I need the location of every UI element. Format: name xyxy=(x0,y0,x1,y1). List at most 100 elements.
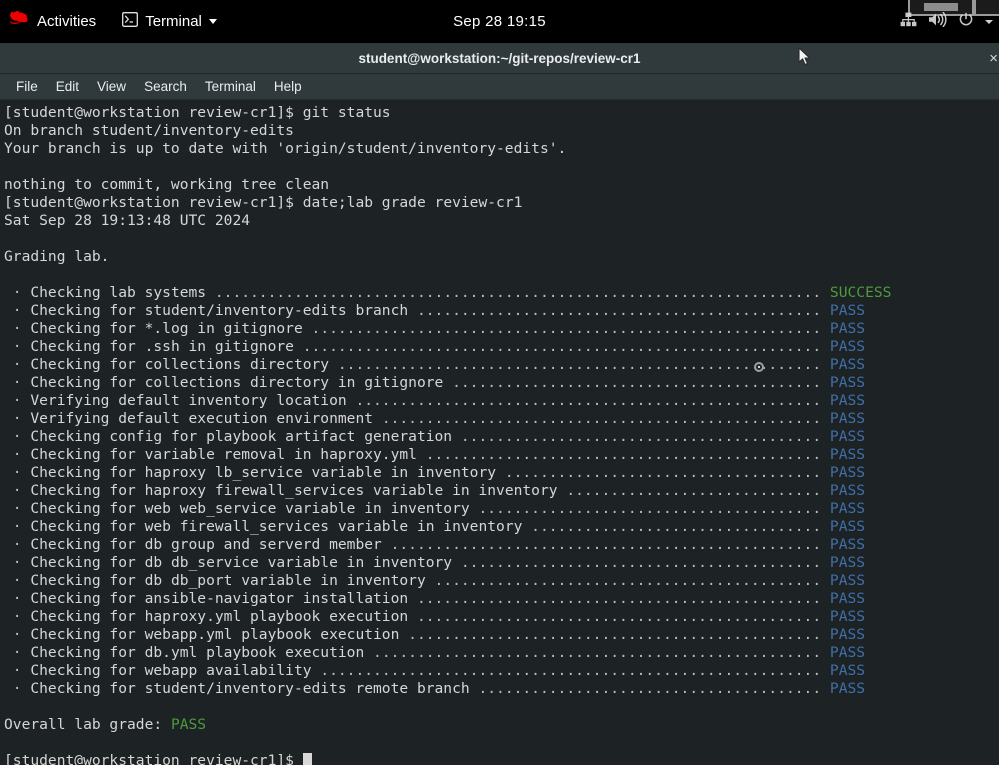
top-bar-status-group[interactable] xyxy=(900,0,993,43)
check-row: · Checking for db group and serverd memb… xyxy=(4,536,999,554)
check-label: Checking for variable removal in haproxy… xyxy=(30,446,425,463)
chevron-down-icon xyxy=(209,19,217,24)
text-cursor xyxy=(303,753,312,765)
check-status: PASS xyxy=(830,662,865,679)
check-row: · Checking for web firewall_services var… xyxy=(4,518,999,536)
check-status: PASS xyxy=(830,446,865,463)
check-status: PASS xyxy=(830,428,865,445)
terminal-output: [student@workstation review-cr1]$ git st… xyxy=(4,104,999,765)
check-row: · Verifying default execution environmen… xyxy=(4,410,999,428)
check-status: PASS xyxy=(830,554,865,571)
app-menu-label: Terminal xyxy=(145,13,202,30)
check-label: Checking for db.yml playbook execution xyxy=(30,644,373,661)
check-row: · Checking for webapp.yml playbook execu… xyxy=(4,626,999,644)
check-status: PASS xyxy=(830,464,865,481)
check-status: PASS xyxy=(830,644,865,661)
activities-button[interactable]: Activities xyxy=(37,13,96,30)
check-row: · Checking for web web_service variable … xyxy=(4,500,999,518)
menu-item-file[interactable]: File xyxy=(7,77,47,96)
check-status: PASS xyxy=(830,536,865,553)
command-text: date;lab grade review-cr1 xyxy=(303,194,523,211)
check-label: Checking lab systems xyxy=(30,284,215,301)
check-label: Verifying default execution environment xyxy=(30,410,381,427)
check-row: · Checking for variable removal in hapro… xyxy=(4,446,999,464)
check-label: Checking for haproxy.yml playbook execut… xyxy=(30,608,417,625)
check-label: Verifying default inventory location xyxy=(30,392,355,409)
check-label: Checking for web web_service variable in… xyxy=(30,500,478,517)
check-status: PASS xyxy=(830,374,865,391)
terminal-icon xyxy=(122,12,138,31)
check-row: · Checking for db.yml playbook execution… xyxy=(4,644,999,662)
check-status: SUCCESS xyxy=(830,284,892,301)
check-label: Checking for web firewall_services varia… xyxy=(30,518,531,535)
prompt-line: [student@workstation review-cr1]$ git st… xyxy=(4,104,999,122)
check-label: Checking for *.log in gitignore xyxy=(30,320,311,337)
blank-line xyxy=(4,698,999,716)
check-label: Checking for webapp.yml playbook executi… xyxy=(30,626,408,643)
menu-item-search[interactable]: Search xyxy=(135,77,196,96)
check-row: · Checking for haproxy firewall_services… xyxy=(4,482,999,500)
check-label: Checking for db group and serverd member xyxy=(30,536,390,553)
output-line xyxy=(4,158,999,176)
system-menu-chevron-down-icon xyxy=(985,20,993,24)
speaker-volume-icon xyxy=(928,12,947,31)
check-row: · Checking for student/inventory-edits r… xyxy=(4,680,999,698)
app-menu-terminal[interactable]: Terminal xyxy=(122,12,217,31)
output-line: nothing to commit, working tree clean xyxy=(4,176,999,194)
overall-grade-line: Overall lab grade: PASS xyxy=(4,716,999,734)
check-status: PASS xyxy=(830,482,865,499)
check-status: PASS xyxy=(830,518,865,535)
check-status: PASS xyxy=(830,410,865,427)
gnome-top-bar: Activities Terminal Sep 28 19:15 xyxy=(0,0,999,43)
blank-line xyxy=(4,230,999,248)
command-text: git status xyxy=(303,104,391,121)
check-status: PASS xyxy=(830,356,865,373)
window-titlebar[interactable]: student@workstation:~/git-repos/review-c… xyxy=(0,43,999,74)
check-row: · Checking for collections directory ...… xyxy=(4,356,999,374)
terminal-screen[interactable]: [student@workstation review-cr1]$ git st… xyxy=(0,100,999,765)
grading-header: Grading lab. xyxy=(4,248,999,266)
check-status: PASS xyxy=(830,590,865,607)
check-row: · Checking for db db_service variable in… xyxy=(4,554,999,572)
prompt-line: [student@workstation review-cr1]$ xyxy=(4,752,999,765)
window-title: student@workstation:~/git-repos/review-c… xyxy=(358,51,640,66)
close-icon[interactable]: × xyxy=(989,50,998,67)
top-bar-left-group: Activities Terminal xyxy=(10,0,217,43)
menu-item-help[interactable]: Help xyxy=(265,77,311,96)
menu-item-view[interactable]: View xyxy=(88,77,135,96)
check-label: Checking for db db_port variable in inve… xyxy=(30,572,434,589)
check-status: PASS xyxy=(830,302,865,319)
output-line: Sat Sep 28 19:13:48 UTC 2024 xyxy=(4,212,999,230)
check-label: Checking for student/inventory-edits bra… xyxy=(30,302,417,319)
check-status: PASS xyxy=(830,392,865,409)
check-label: Checking for ansible-navigator installat… xyxy=(30,590,417,607)
menu-item-terminal[interactable]: Terminal xyxy=(196,77,265,96)
check-status: PASS xyxy=(830,608,865,625)
terminal-window: student@workstation:~/git-repos/review-c… xyxy=(0,43,999,765)
check-row: · Checking for haproxy lb_service variab… xyxy=(4,464,999,482)
check-status: PASS xyxy=(830,626,865,643)
check-row: · Checking for ansible-navigator install… xyxy=(4,590,999,608)
check-status: PASS xyxy=(830,500,865,517)
check-label: Checking for haproxy lb_service variable… xyxy=(30,464,504,481)
check-label: Checking config for playbook artifact ge… xyxy=(30,428,461,445)
network-wired-icon xyxy=(900,12,917,31)
check-row: · Checking for webapp availability .....… xyxy=(4,662,999,680)
check-row: · Checking for student/inventory-edits b… xyxy=(4,302,999,320)
blank-line xyxy=(4,266,999,284)
check-label: Checking for haproxy firewall_services v… xyxy=(30,482,566,499)
menu-bar[interactable]: File Edit View Search Terminal Help xyxy=(0,74,999,100)
blank-line xyxy=(4,734,999,752)
check-row: · Checking for *.log in gitignore ......… xyxy=(4,320,999,338)
check-label: Checking for collections directory in gi… xyxy=(30,374,452,391)
check-label: Checking for db db_service variable in i… xyxy=(30,554,461,571)
check-row: · Checking for .ssh in gitignore .......… xyxy=(4,338,999,356)
check-label: Checking for student/inventory-edits rem… xyxy=(30,680,478,697)
check-label: Checking for collections directory xyxy=(30,356,338,373)
prompt-line: [student@workstation review-cr1]$ date;l… xyxy=(4,194,999,212)
clock[interactable]: Sep 28 19:15 xyxy=(453,13,546,30)
redhat-logo-icon xyxy=(10,11,29,32)
check-row: · Checking config for playbook artifact … xyxy=(4,428,999,446)
check-label: Checking for webapp availability xyxy=(30,662,320,679)
menu-item-edit[interactable]: Edit xyxy=(47,77,88,96)
